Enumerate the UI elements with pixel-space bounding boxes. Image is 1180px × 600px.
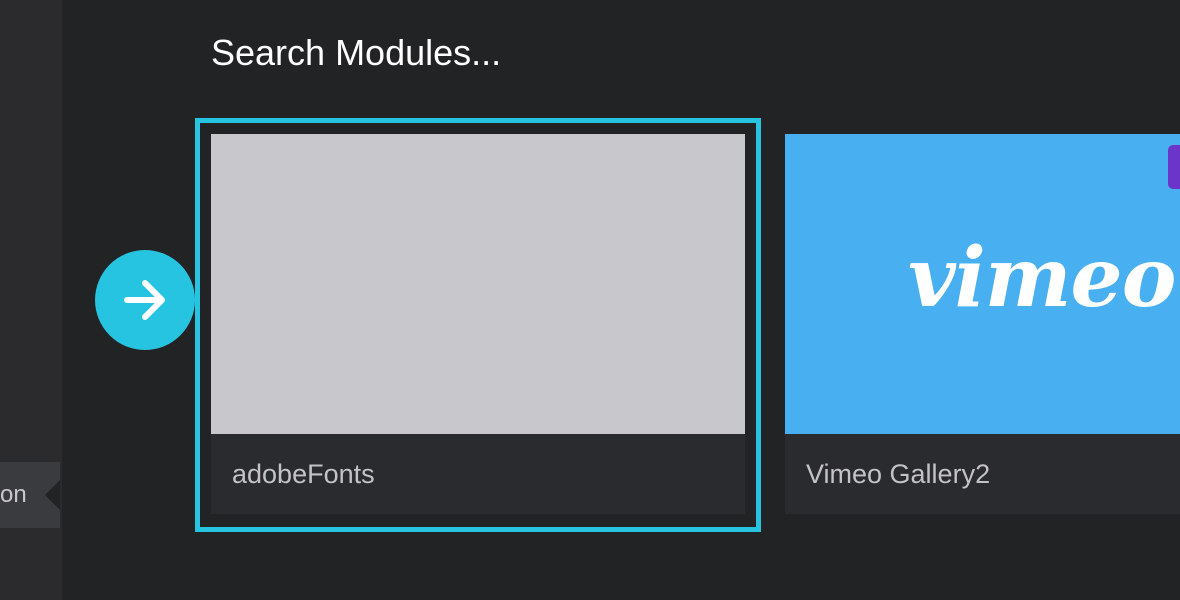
caret-left-icon: [45, 480, 60, 510]
vimeo-logo: vimeo: [908, 230, 1176, 326]
module-name: Vimeo Gallery2: [806, 459, 991, 489]
rail-tab-label: on: [0, 481, 27, 508]
module-thumbnail: [211, 134, 745, 434]
module-badge: [1168, 145, 1180, 189]
page-title[interactable]: Search Modules...: [211, 32, 501, 74]
module-thumbnail: vimeo: [785, 134, 1180, 434]
left-rail: on: [0, 0, 62, 600]
rail-tab[interactable]: on: [0, 462, 60, 528]
module-name: adobeFonts: [232, 459, 375, 489]
next-arrow-button[interactable]: [95, 250, 195, 350]
module-card-adobefonts[interactable]: adobeFonts: [211, 134, 745, 514]
module-card-vimeo-gallery2[interactable]: vimeo Vimeo Gallery2: [785, 134, 1180, 514]
arrow-right-icon: [124, 280, 165, 320]
